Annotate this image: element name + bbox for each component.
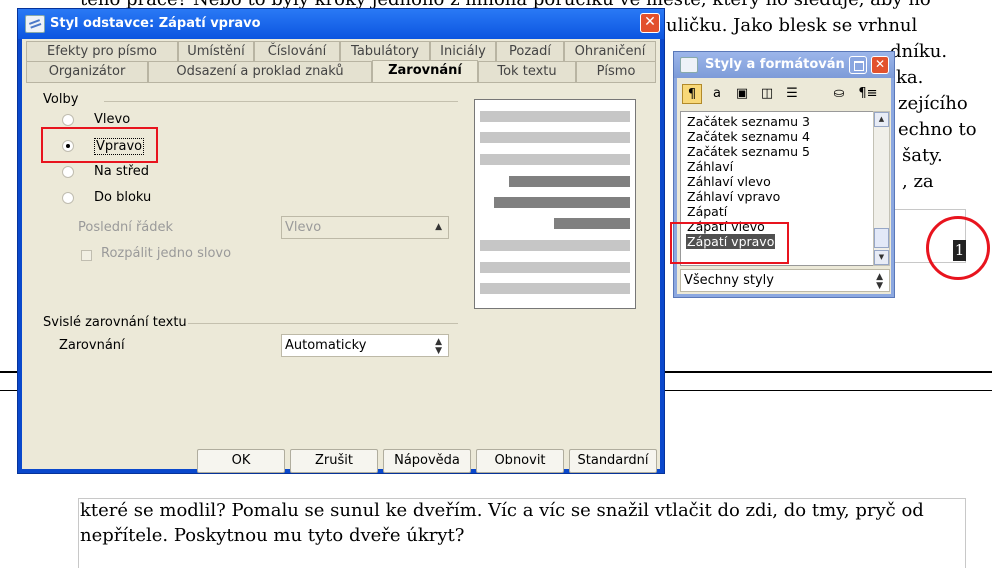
tab-efekty-pro-pismo[interactable]: Efekty pro písmo xyxy=(26,41,178,61)
list-styles-icon[interactable]: ☰ xyxy=(782,84,802,104)
last-line-value: Vlevo xyxy=(285,220,322,235)
preview-line-active xyxy=(509,176,630,187)
ok-button[interactable]: OK xyxy=(197,449,285,473)
dialog-body: Efekty pro písmo Umístění Číslování Tabu… xyxy=(22,39,660,473)
tab-odsazeni-a-proklad[interactable]: Odsazení a proklad znaků xyxy=(148,61,372,82)
radio-do-bloku[interactable] xyxy=(62,192,74,204)
radio-na-stred-label[interactable]: Na střed xyxy=(94,164,149,179)
tab-panel-border xyxy=(26,82,656,83)
preview-line xyxy=(480,283,630,294)
styles-window-title: Styly a formátován xyxy=(705,57,845,72)
radio-na-stred[interactable] xyxy=(62,166,74,178)
styles-close-button[interactable]: ✕ xyxy=(871,56,889,74)
last-line-label: Poslední řádek xyxy=(78,220,174,235)
new-style-menu-icon[interactable]: ¶≡ xyxy=(853,84,883,104)
tab-pismo[interactable]: Písmo xyxy=(576,61,656,82)
app-logo-icon xyxy=(680,57,698,73)
scroll-down-icon[interactable]: ▼ xyxy=(874,250,889,265)
styles-titlebar[interactable]: Styly a formátován ✕ xyxy=(674,52,894,78)
style-filter-select[interactable]: Všechny styly ▲ ▼ xyxy=(680,269,890,292)
preview-line xyxy=(480,154,630,165)
page-number-highlight-circle xyxy=(926,216,990,280)
style-item[interactable]: Záhlaví vpravo xyxy=(687,189,780,204)
dialog-titlebar[interactable]: Styl odstavce: Zápatí vpravo ✕ xyxy=(18,9,664,39)
cancel-button[interactable]: Zrušit xyxy=(290,449,378,473)
preview-line xyxy=(480,240,630,251)
styles-body: ¶ a ▣ ◫ ☰ ⛀ ¶≡ Začátek seznamu 3 Začátek… xyxy=(670,78,891,294)
preview-line xyxy=(480,262,630,273)
updown-arrows-icon: ▲ xyxy=(435,222,442,232)
tab-umisteni[interactable]: Umístění xyxy=(178,41,254,61)
preview-line-active xyxy=(554,218,630,229)
radio-vlevo-label[interactable]: Vlevo xyxy=(94,112,130,127)
last-line-select: Vlevo ▲ xyxy=(281,216,449,239)
doc-line-5: zejícího xyxy=(898,93,968,114)
reset-button[interactable]: Obnovit xyxy=(476,449,564,473)
doc-bottom-line-1: které se modlil? Pomalu se sunul ke dveř… xyxy=(80,500,924,521)
tab-cislovani[interactable]: Číslování xyxy=(254,41,340,61)
styles-scrollbar[interactable]: ▲ ▼ xyxy=(873,111,890,266)
style-filter-value: Všechny styly xyxy=(684,273,774,288)
scroll-thumb[interactable] xyxy=(874,228,889,248)
dialog-close-button[interactable]: ✕ xyxy=(640,13,660,33)
preview-line xyxy=(480,111,630,122)
standard-button[interactable]: Standardní xyxy=(569,449,657,473)
tab-inicialy[interactable]: Iniciály xyxy=(430,41,496,61)
tab-organizator[interactable]: Organizátor xyxy=(26,61,148,82)
tab-ohraniceni[interactable]: Ohraničení xyxy=(564,41,656,61)
updown-arrows-icon: ▲ ▼ xyxy=(435,337,442,356)
doc-line-7: šaty. xyxy=(902,145,943,166)
body-frame-right xyxy=(965,498,966,568)
styles-formatting-window: Styly a formátován ✕ ¶ a ▣ ◫ ☰ ⛀ ¶≡ Začá… xyxy=(670,51,895,298)
options-separator xyxy=(104,101,458,102)
footer-frame-top xyxy=(890,209,966,210)
vertical-section-label: Svislé zarovnání textu xyxy=(43,315,187,330)
preview-line xyxy=(480,132,630,143)
style-item[interactable]: Záhlaví xyxy=(687,159,733,174)
style-item[interactable]: Začátek seznamu 4 xyxy=(687,129,810,144)
page-styles-icon[interactable]: ◫ xyxy=(757,84,777,104)
updown-arrows-icon: ▲ ▼ xyxy=(876,272,883,291)
radio-do-bloku-label[interactable]: Do bloku xyxy=(94,190,151,205)
body-frame-left xyxy=(78,498,79,568)
doc-bottom-line-2: nepřítele. Poskytnou mu tyto dveře úkryt… xyxy=(80,525,465,546)
doc-line-8: , za xyxy=(902,171,934,192)
vpravo-highlight-box xyxy=(41,127,158,163)
tab-zarovnani[interactable]: Zarovnání xyxy=(372,60,478,82)
style-item[interactable]: Začátek seznamu 3 xyxy=(687,114,810,129)
paragraph-style-dialog: Styl odstavce: Zápatí vpravo ✕ Efekty pr… xyxy=(17,8,665,474)
help-button[interactable]: Nápověda xyxy=(383,449,471,473)
maximize-icon[interactable] xyxy=(849,56,867,74)
alignment-select[interactable]: Automaticky ▲ ▼ xyxy=(281,334,449,357)
style-item[interactable]: Začátek seznamu 5 xyxy=(687,144,810,159)
preview-line-active xyxy=(494,197,630,208)
zapati-vpravo-highlight-box xyxy=(670,222,789,264)
options-section-label: Volby xyxy=(43,92,79,107)
doc-line-4: ka. xyxy=(896,67,924,88)
scroll-up-icon[interactable]: ▲ xyxy=(874,112,889,127)
frame-styles-icon[interactable]: ▣ xyxy=(732,84,752,104)
tab-pozadi[interactable]: Pozadí xyxy=(496,41,564,61)
style-item[interactable]: Záhlaví vlevo xyxy=(687,174,771,189)
app-logo-icon xyxy=(25,15,45,33)
vertical-separator xyxy=(188,323,458,324)
stretch-label: Rozpálit jedno slovo xyxy=(101,246,232,261)
fill-format-icon[interactable]: ⛀ xyxy=(829,84,849,104)
doc-line-6: echno to xyxy=(898,119,977,140)
alignment-label: Zarovnání xyxy=(59,338,125,353)
doc-line-2: uličku. Jako blesk se vrhnul xyxy=(666,15,918,36)
style-item[interactable]: Zápatí xyxy=(687,204,727,219)
character-styles-icon[interactable]: a xyxy=(707,84,727,104)
alignment-preview xyxy=(474,99,636,309)
paragraph-styles-icon[interactable]: ¶ xyxy=(682,84,702,104)
tab-tok-textu[interactable]: Tok textu xyxy=(478,61,576,82)
radio-vlevo[interactable] xyxy=(62,114,74,126)
alignment-value: Automaticky xyxy=(285,338,367,353)
stretch-checkbox xyxy=(81,250,92,261)
doc-line-3: dníku. xyxy=(890,41,948,62)
dialog-title: Styl odstavce: Zápatí vpravo xyxy=(50,16,261,31)
tab-tabulatory[interactable]: Tabulátory xyxy=(340,41,430,61)
